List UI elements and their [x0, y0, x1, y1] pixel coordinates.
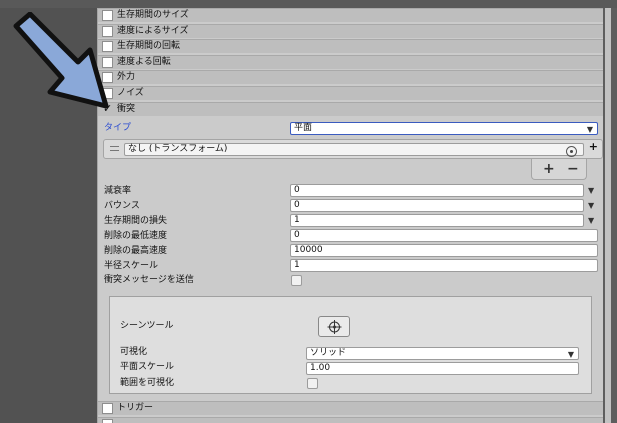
module-collision[interactable]: ✓ 衝突 [98, 102, 605, 116]
lifetime-loss-field[interactable]: 1 [290, 214, 584, 227]
list-add-remove: + − [531, 159, 587, 180]
visualize-bounds-checkbox[interactable] [307, 378, 318, 389]
radius-scale-label: 半径スケール [104, 261, 159, 271]
module-rotation-over-lifetime[interactable]: 生存期間の回転 [98, 39, 605, 53]
scene-tool-label: シーンツール [120, 321, 174, 331]
curve-dropdown-icon[interactable]: ▼ [588, 201, 594, 210]
curve-dropdown-icon[interactable]: ▼ [588, 216, 594, 225]
vertical-scrollbar[interactable] [603, 8, 617, 423]
scene-tool-box: シーンツール 可視化 ソリッド ▼ 平面スケール 1.00 範囲を可視化 [109, 296, 592, 394]
scene-tool-inner: シーンツール 可視化 ソリッド ▼ 平面スケール 1.00 範囲を可視化 [120, 305, 583, 389]
module-label: トリガー [117, 403, 154, 413]
send-collision-messages-label: 衝突メッセージを送信 [104, 275, 194, 285]
add-plane-small-icon[interactable]: + [589, 140, 598, 153]
visualize-value: ソリッド [310, 348, 347, 358]
move-tool-icon [327, 320, 342, 334]
min-kill-speed-value: 0 [294, 230, 300, 240]
max-kill-speed-label: 削除の最高速度 [104, 246, 168, 256]
module-label: 外力 [117, 72, 136, 82]
top-bar [0, 0, 617, 8]
module-label: 生存期間のサイズ [117, 10, 189, 20]
plane-object-value: なし (トランスフォーム) [128, 144, 228, 154]
module-trigger[interactable]: トリガー [98, 401, 605, 415]
module-label: 生存期間の回転 [117, 41, 181, 51]
annotation-arrow-icon [13, 12, 109, 109]
visualize-dropdown[interactable]: ソリッド ▼ [306, 347, 579, 360]
radius-scale-field[interactable]: 1 [290, 259, 598, 272]
drag-handle-icon[interactable] [110, 146, 119, 151]
type-dropdown[interactable]: 平面 ▼ [290, 122, 598, 135]
scene-tool-button[interactable] [318, 316, 350, 337]
add-icon[interactable]: + [543, 161, 555, 177]
dropdown-arrow-icon: ▼ [567, 350, 574, 359]
module-next-partial[interactable] [98, 417, 605, 423]
min-kill-speed-field[interactable]: 0 [290, 229, 598, 242]
bounce-field[interactable]: 0 [290, 199, 584, 212]
plane-scale-label: 平面スケール [120, 362, 175, 372]
module-label: 速度よる回転 [117, 57, 171, 67]
send-collision-messages-checkbox[interactable] [291, 275, 302, 286]
visualize-label: 可視化 [120, 347, 148, 357]
module-rotation-by-speed[interactable]: 速度よる回転 [98, 55, 605, 69]
module-label: 速度によるサイズ [117, 26, 189, 36]
lifetime-loss-value: 1 [294, 215, 300, 225]
bounce-value: 0 [294, 200, 300, 210]
min-kill-speed-label: 削除の最低速度 [104, 231, 168, 241]
dropdown-arrow-icon: ▼ [586, 125, 593, 134]
object-picker-icon[interactable] [566, 146, 577, 157]
module-size-by-speed[interactable]: 速度によるサイズ [98, 24, 605, 38]
remove-icon[interactable]: − [567, 161, 579, 177]
type-label: タイプ [104, 123, 132, 133]
module-checkbox[interactable] [102, 419, 113, 423]
module-label: ノイズ [117, 88, 144, 98]
dampen-label: 減衰率 [104, 186, 132, 196]
dampen-value: 0 [294, 185, 300, 195]
plane-list: なし (トランスフォーム) + [103, 139, 603, 159]
visualize-bounds-label: 範囲を可視化 [120, 378, 175, 388]
max-kill-speed-field[interactable]: 10000 [290, 244, 598, 257]
scrollbar-track[interactable] [605, 8, 611, 423]
plane-scale-value: 1.00 [310, 363, 331, 373]
plane-scale-field[interactable]: 1.00 [306, 362, 579, 375]
particle-system-inspector: 生存期間のサイズ 速度によるサイズ 生存期間の回転 速度よる回転 外力 ノイズ … [97, 8, 605, 423]
type-value: 平面 [294, 123, 313, 133]
module-noise[interactable]: ノイズ [98, 86, 605, 100]
max-kill-speed-value: 10000 [294, 245, 323, 255]
module-size-over-lifetime[interactable]: 生存期間のサイズ [98, 8, 605, 22]
module-external-forces[interactable]: 外力 [98, 70, 605, 84]
bounce-label: バウンス [104, 201, 140, 211]
plane-object-field[interactable]: なし (トランスフォーム) [124, 143, 584, 157]
module-checkbox[interactable] [102, 403, 113, 414]
radius-scale-value: 1 [294, 260, 300, 270]
lifetime-loss-label: 生存期間の損失 [104, 216, 168, 226]
dampen-field[interactable]: 0 [290, 184, 584, 197]
curve-dropdown-icon[interactable]: ▼ [588, 186, 594, 195]
module-label: 衝突 [117, 104, 136, 114]
